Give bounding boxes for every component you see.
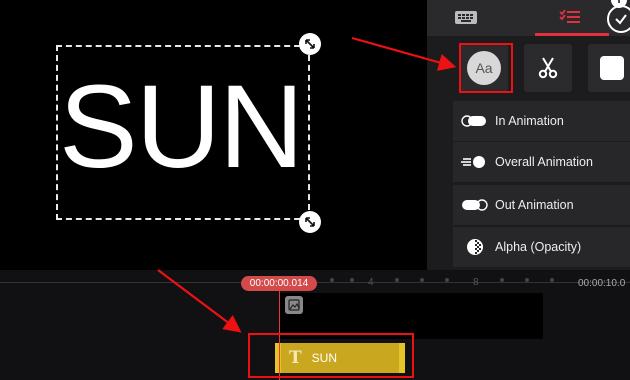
menu-item-label: In Animation <box>495 114 564 128</box>
square-icon <box>600 56 624 80</box>
ruler-tick <box>525 278 529 282</box>
ruler-mark: 8 <box>473 277 479 288</box>
opacity-icon <box>461 238 489 256</box>
active-tab-indicator <box>535 33 609 36</box>
ruler-tick <box>500 278 504 282</box>
ruler-tick <box>550 278 554 282</box>
list-settings-icon <box>559 9 580 23</box>
resize-handle[interactable] <box>299 211 321 233</box>
split-button[interactable] <box>524 44 572 92</box>
background-color-button[interactable] <box>588 44 630 92</box>
ruler-tick <box>330 278 334 282</box>
rotate-icon <box>305 39 315 49</box>
menu-item-label: Alpha (Opacity) <box>495 240 582 254</box>
scissors-icon <box>538 57 558 79</box>
rotate-handle[interactable] <box>299 33 321 55</box>
ruler-mark: 4 <box>368 277 374 288</box>
menu-item-out-animation[interactable]: Out Animation <box>453 185 630 225</box>
highlight-box-font-style <box>459 43 513 93</box>
layer-options-panel: i Aa In Animation Overall Animation Out … <box>427 0 630 270</box>
in-animation-icon <box>461 112 489 130</box>
check-icon <box>615 14 627 25</box>
ruler-tick <box>350 278 354 282</box>
highlight-box-text-clip <box>248 333 414 378</box>
out-animation-icon <box>461 196 489 214</box>
current-time-indicator[interactable]: 00:00:00.014 <box>241 276 317 291</box>
menu-item-alpha-opacity[interactable]: Alpha (Opacity) <box>453 227 630 267</box>
ruler-tick <box>395 278 399 282</box>
tool-buttons-row: Aa <box>427 44 630 94</box>
menu-item-overall-animation[interactable]: Overall Animation <box>453 142 630 182</box>
overall-animation-icon <box>461 153 489 171</box>
menu-item-label: Out Animation <box>495 198 574 212</box>
confirm-button[interactable] <box>607 5 630 33</box>
text-layer[interactable]: SUN <box>59 68 304 186</box>
keyboard-tab[interactable] <box>453 7 479 27</box>
ruler-tick <box>445 278 449 282</box>
end-time-label: 00:00:10.0 <box>578 278 626 289</box>
ruler-tick <box>420 278 424 282</box>
panel-tabs: i <box>427 0 630 36</box>
image-layer-icon <box>285 296 303 314</box>
menu-item-in-animation[interactable]: In Animation <box>453 101 630 141</box>
settings-list-tab[interactable] <box>558 7 582 27</box>
keyboard-icon <box>455 11 477 24</box>
menu-item-label: Overall Animation <box>495 155 593 169</box>
resize-icon <box>305 217 315 227</box>
